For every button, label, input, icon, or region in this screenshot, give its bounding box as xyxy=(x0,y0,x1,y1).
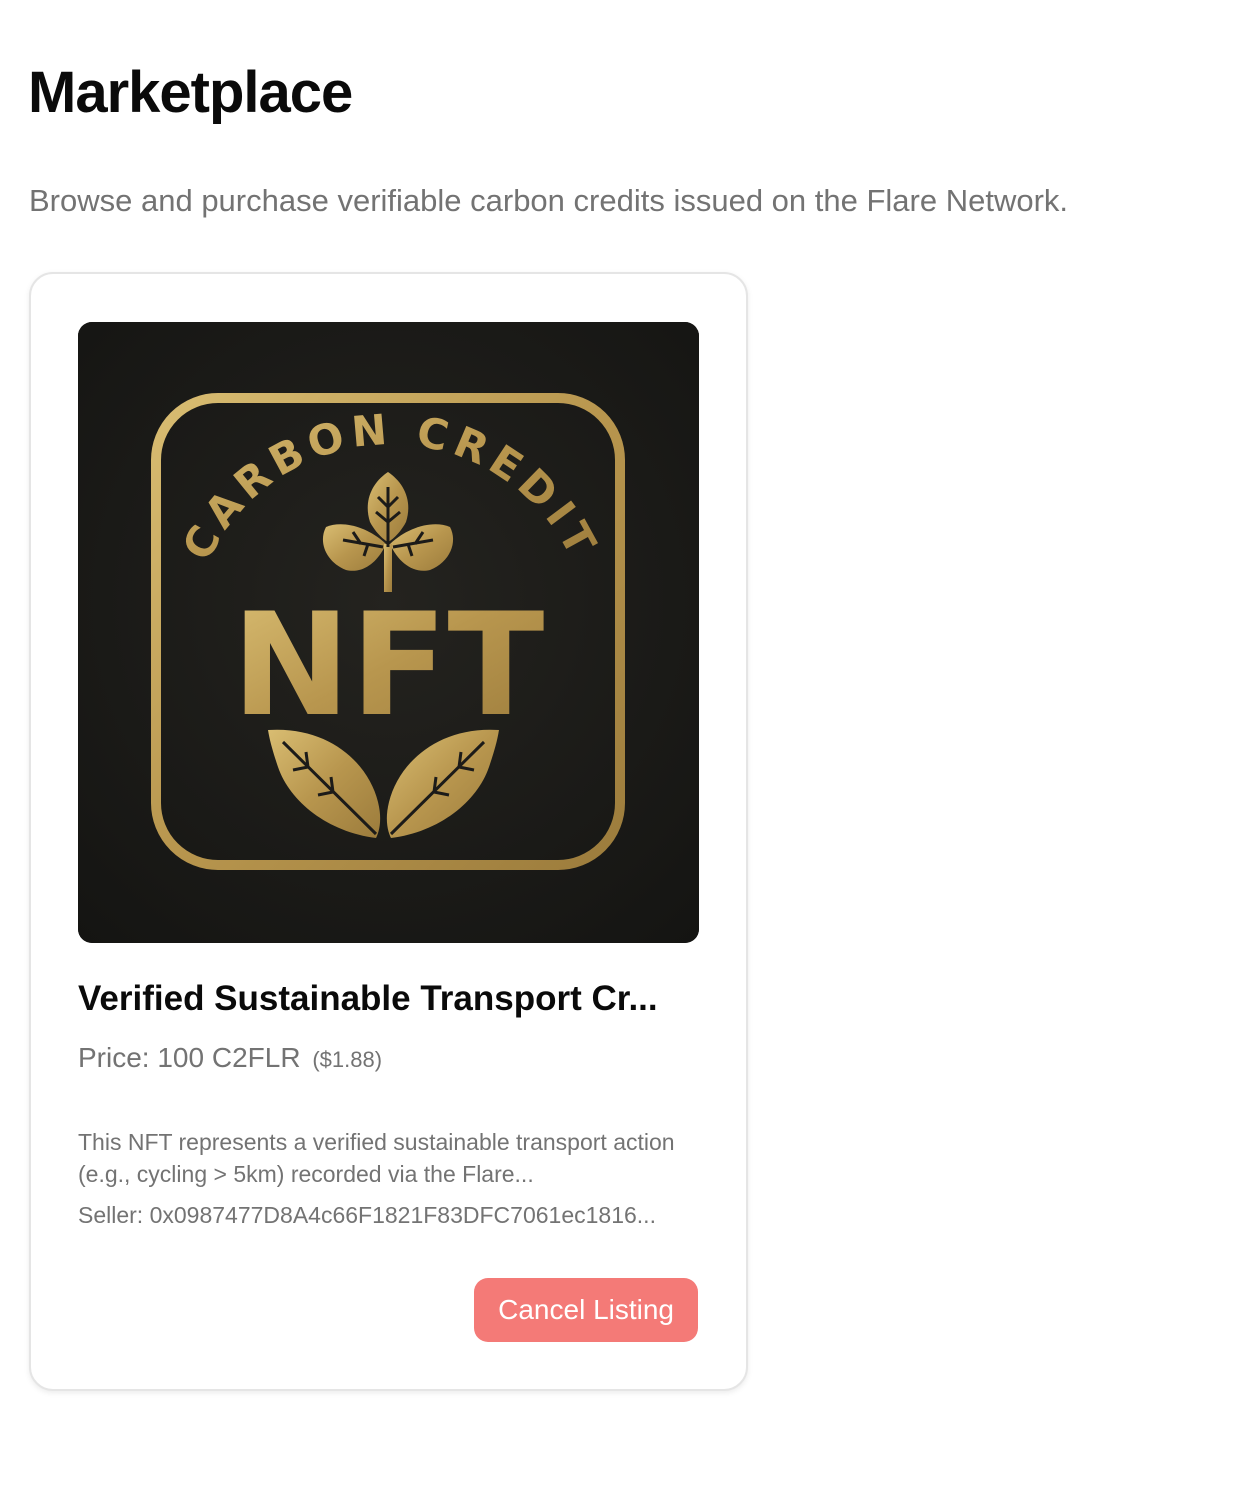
price-value: 100 C2FLR xyxy=(157,1042,301,1073)
price-label: Price: xyxy=(78,1042,150,1073)
cancel-listing-button[interactable]: Cancel Listing xyxy=(474,1278,698,1342)
badge-main-text: NFT xyxy=(232,583,545,748)
listing-title[interactable]: Verified Sustainable Transport Cr... xyxy=(78,977,699,1021)
carbon-credit-nft-badge-icon: CARBON CREDIT NFT xyxy=(78,322,699,943)
page-subtitle: Browse and purchase verifiable carbon cr… xyxy=(29,183,1069,218)
listing-price: Price: 100 C2FLR ($1.88) xyxy=(78,1040,382,1078)
listing-description: This NFT represents a verified sustainab… xyxy=(78,1129,675,1187)
page-title: Marketplace xyxy=(28,60,353,125)
marketplace-page: Marketplace Browse and purchase verifiab… xyxy=(0,0,1248,1498)
price-usd: ($1.88) xyxy=(312,1047,383,1072)
seller-address: 0x0987477D8A4c66F1821F83DFC7061ec1816... xyxy=(149,1202,656,1228)
seller-label: Seller: xyxy=(78,1202,144,1228)
listing-card: CARBON CREDIT NFT Verified Sustainable T… xyxy=(29,272,748,1391)
listing-seller: Seller: 0x0987477D8A4c66F1821F83DFC7061e… xyxy=(78,1199,699,1231)
nft-image[interactable]: CARBON CREDIT NFT xyxy=(78,322,699,943)
